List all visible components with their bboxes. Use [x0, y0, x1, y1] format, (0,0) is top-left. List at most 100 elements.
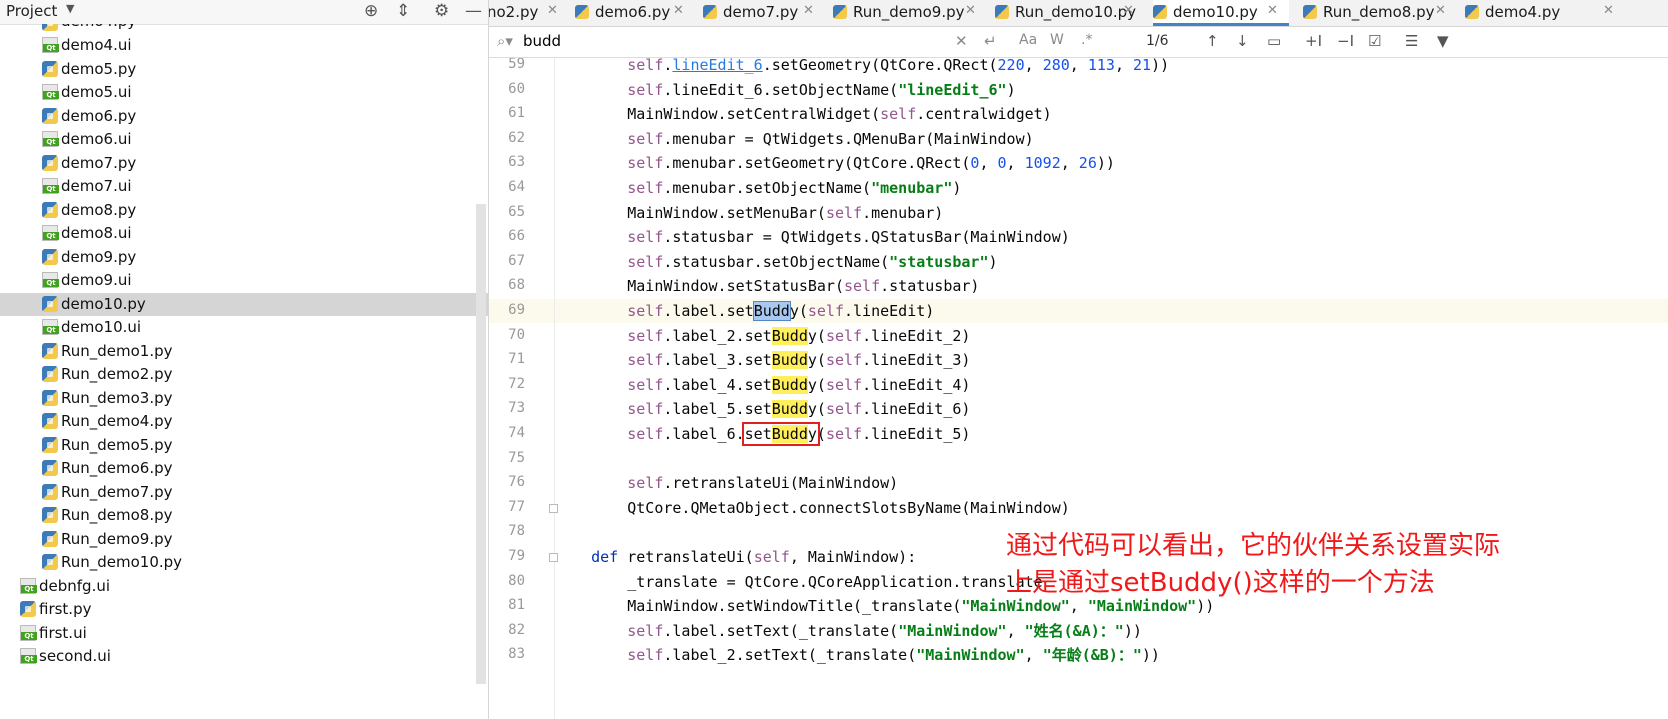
code-line[interactable]: self.menubar.setGeometry(QtCore.QRect(0,… [555, 151, 1668, 175]
tree-item[interactable]: Run_demo7.py [0, 481, 488, 504]
locate-icon[interactable]: ⊕ [364, 1, 378, 21]
code-line[interactable]: self.statusbar = QtWidgets.QStatusBar(Ma… [555, 225, 1668, 249]
tree-item[interactable]: Run_demo3.py [0, 387, 488, 410]
code-line[interactable]: self.label.setText(_translate("MainWindo… [555, 619, 1668, 643]
code-line[interactable]: self.menubar = QtWidgets.QMenuBar(MainWi… [555, 127, 1668, 151]
code-line[interactable]: self.label_5.setBuddy(self.lineEdit_6) [555, 397, 1668, 421]
tree-item[interactable]: demo4.py [0, 24, 488, 32]
code-editor[interactable]: 59 60 61 62 63 64 65 66 67 68 69 70 71 72 73 74 75 76 77 78… [489, 58, 1668, 719]
code-line[interactable]: self.label_3.setBuddy(self.lineEdit_3) [555, 348, 1668, 372]
close-tab-icon[interactable]: ✕ [1435, 3, 1446, 18]
editor-tab[interactable]: demo4.py ✕ [1465, 0, 1625, 26]
collapse-icon[interactable]: ⇕ [396, 1, 410, 21]
tree-item-label: demo6.py [61, 106, 137, 125]
close-tab-icon[interactable]: ✕ [673, 3, 684, 18]
minimize-icon[interactable]: — [465, 1, 482, 21]
python-file-icon [833, 5, 847, 19]
line-number: 68 [508, 277, 525, 294]
open-in-window-icon[interactable]: ▭ [1267, 32, 1281, 50]
editor-tab-label: Run_demo8.py [1323, 3, 1435, 21]
tree-item[interactable]: Run_demo6.py [0, 457, 488, 480]
chevron-down-icon[interactable]: ▼ [66, 2, 74, 15]
code-line[interactable]: self.lineEdit_6.setObjectName("lineEdit_… [555, 78, 1668, 102]
tree-item[interactable]: Run_demo10.py [0, 551, 488, 574]
tree-item[interactable]: demo5.ui [0, 81, 488, 104]
match-count: 1/6 [1146, 33, 1169, 49]
tree-item[interactable]: demo9.py [0, 246, 488, 269]
newline-icon[interactable]: ↵ [984, 32, 997, 50]
editor-tab[interactable]: demo7.py ✕ [703, 0, 825, 26]
tree-item[interactable]: demo4.ui [0, 34, 488, 57]
remove-selection-icon[interactable]: −Ⅰ [1337, 32, 1354, 50]
project-panel-title[interactable]: Project [6, 2, 57, 20]
tree-item[interactable]: demo6.ui [0, 128, 488, 151]
previous-occurrence-icon[interactable]: ↑ [1206, 32, 1219, 50]
code-line[interactable]: MainWindow.setCentralWidget(self.central… [555, 102, 1668, 126]
tree-item-label: Run_demo4.py [61, 412, 173, 430]
code-line[interactable]: self.label_2.setBuddy(self.lineEdit_2) [555, 324, 1668, 348]
filter-icon[interactable]: ▼ [1437, 32, 1449, 50]
editor-tab[interactable]: Run_demo8.py ✕ [1303, 0, 1457, 26]
code-line[interactable]: self.retranslateUi(MainWindow) [555, 471, 1668, 495]
editor-tab[interactable]: no2.py ✕ [489, 0, 569, 26]
tree-item[interactable]: demo10.py [0, 292, 488, 316]
qt-ui-file-icon [20, 624, 37, 641]
tree-item[interactable]: Run_demo4.py [0, 410, 488, 433]
tree-item[interactable]: second.ui [0, 645, 488, 668]
gear-icon[interactable]: ⚙ [434, 1, 449, 21]
close-tab-icon[interactable]: ✕ [547, 3, 558, 18]
code-line[interactable]: self.label_4.setBuddy(self.lineEdit_4) [555, 373, 1668, 397]
close-tab-icon[interactable]: ✕ [803, 3, 814, 18]
tree-item[interactable]: first.py [0, 598, 488, 621]
close-tab-icon[interactable]: ✕ [965, 3, 976, 18]
tree-item[interactable]: debnfg.ui [0, 575, 488, 598]
close-tab-icon[interactable]: ✕ [1603, 3, 1614, 18]
tree-item-label: demo5.ui [61, 83, 132, 101]
code-line[interactable]: self.label.setBuddy(self.lineEdit) [555, 299, 1668, 323]
editor-tab-label: demo10.py [1173, 3, 1258, 21]
editor-tab[interactable]: demo10.py ✕ [1153, 0, 1289, 26]
code-line[interactable]: self.label_2.setText(_translate("MainWin… [555, 643, 1668, 667]
tree-item[interactable]: demo7.py [0, 152, 488, 175]
tree-item[interactable]: demo10.ui [0, 316, 488, 339]
next-occurrence-icon[interactable]: ↓ [1236, 32, 1249, 50]
tree-item[interactable]: Run_demo8.py [0, 504, 488, 527]
code-line[interactable]: MainWindow.setMenuBar(self.menubar) [555, 201, 1668, 225]
tree-item[interactable]: Run_demo2.py [0, 363, 488, 386]
tree-item[interactable]: demo8.ui [0, 222, 488, 245]
tree-item[interactable]: demo5.py [0, 58, 488, 81]
code-line[interactable]: self.label_6.setBuddy(self.lineEdit_5) [555, 422, 1668, 446]
tree-item[interactable]: first.ui [0, 622, 488, 645]
tree-item[interactable]: demo9.ui [0, 269, 488, 292]
search-input[interactable] [523, 30, 953, 52]
code-line[interactable]: self.lineEdit_6.setGeometry(QtCore.QRect… [555, 58, 1668, 77]
select-all-occurrences-icon[interactable]: ☑ [1368, 32, 1381, 50]
tree-item[interactable]: demo7.ui [0, 175, 488, 198]
tree-item[interactable]: Run_demo1.py [0, 340, 488, 363]
tree-item[interactable]: demo8.py [0, 199, 488, 222]
close-tab-icon[interactable]: ✕ [1123, 3, 1134, 18]
editor-tabs: no2.py ✕ demo6.py ✕ demo7.py ✕ Run_demo9.py ✕ Ru… [489, 0, 1668, 27]
line-number: 71 [508, 351, 525, 368]
filter-options-icon[interactable]: ☰ [1405, 32, 1418, 50]
tree-scrollbar[interactable] [476, 204, 486, 684]
code-line[interactable]: self.menubar.setObjectName("menubar") [555, 176, 1668, 200]
clear-icon[interactable]: ✕ [955, 32, 968, 50]
code-line[interactable]: MainWindow.setStatusBar(self.statusbar) [555, 274, 1668, 298]
code-line[interactable]: QtCore.QMetaObject.connectSlotsByName(Ma… [555, 496, 1668, 520]
regex-toggle[interactable]: .* [1081, 32, 1092, 48]
editor-tab[interactable]: Run_demo9.py ✕ [833, 0, 987, 26]
code-line[interactable]: self.statusbar.setObjectName("statusbar"… [555, 250, 1668, 274]
qt-ui-file-icon [42, 37, 59, 53]
tree-item[interactable]: demo6.py [0, 105, 488, 128]
editor-tab[interactable]: Run_demo10.py ✕ [995, 0, 1145, 26]
search-icon[interactable]: ⌕▾ [497, 32, 513, 50]
match-case-toggle[interactable]: Aa [1019, 32, 1037, 48]
tree-item[interactable]: Run_demo5.py [0, 434, 488, 457]
editor-tab[interactable]: demo6.py ✕ [575, 0, 695, 26]
whole-word-toggle[interactable]: W [1050, 32, 1064, 48]
code-line[interactable] [555, 447, 1668, 471]
add-selection-icon[interactable]: +Ⅰ [1305, 32, 1322, 50]
tree-item[interactable]: Run_demo9.py [0, 528, 488, 551]
close-tab-icon[interactable]: ✕ [1267, 3, 1278, 18]
